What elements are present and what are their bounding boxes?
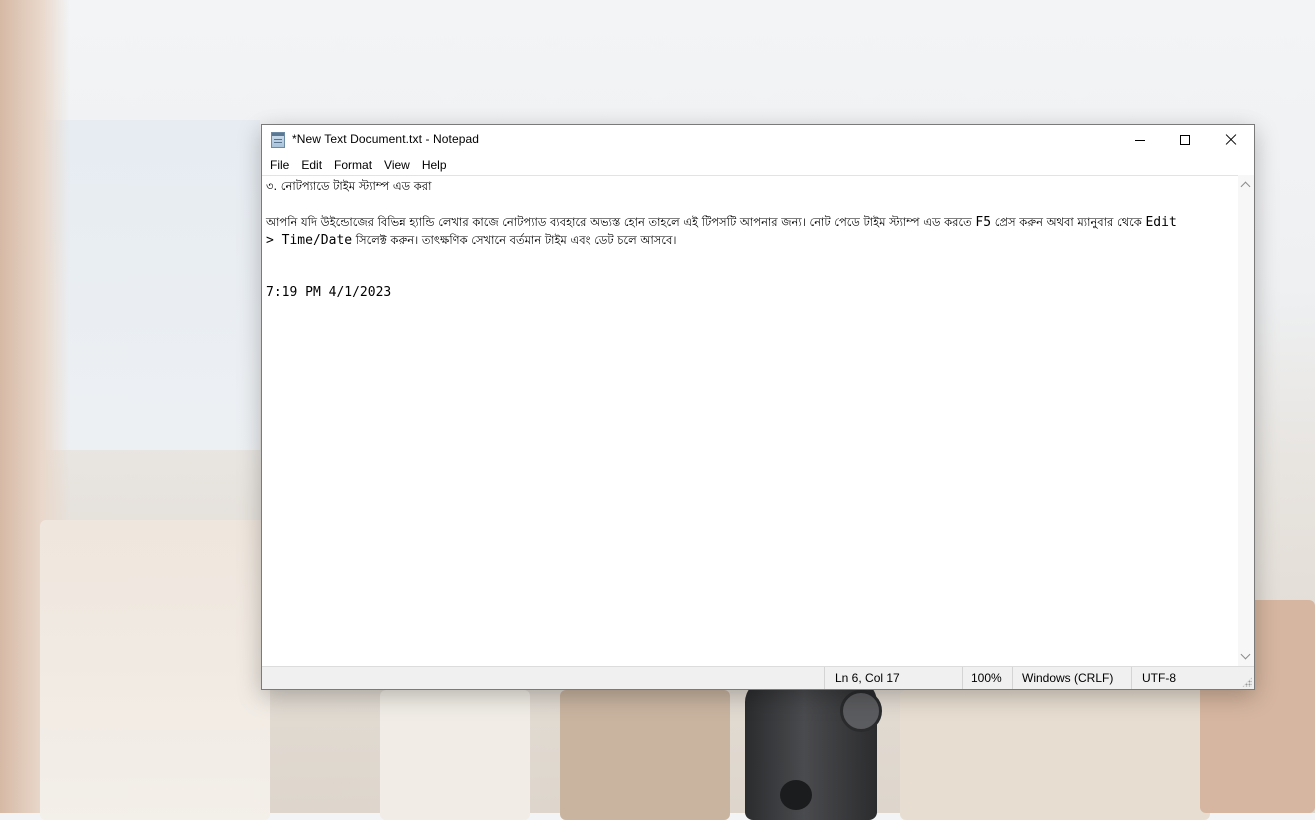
editor-line: আপনি যদি উইন্ডোজের বিভিন্ন হ্যান্ডি লেখা…	[266, 214, 1177, 233]
line-text: আপনি যদি উইন্ডোজের বিভিন্ন হ্যান্ডি লেখা…	[266, 215, 976, 229]
zoom-level: 100%	[962, 667, 1012, 689]
close-button[interactable]	[1208, 125, 1254, 155]
menu-file[interactable]: File	[264, 155, 295, 175]
menu-bar: File Edit Format View Help	[262, 155, 1254, 175]
line-text: সিলেক্ট করুন। তাৎক্ষণিক সেখানে বর্তমান ট…	[352, 233, 677, 247]
menu-format[interactable]: Format	[328, 155, 378, 175]
status-bar: Ln 6, Col 17 100% Windows (CRLF) UTF-8	[262, 666, 1254, 689]
maximize-icon	[1180, 135, 1190, 145]
close-icon	[1225, 134, 1237, 146]
text-editor-area[interactable]: ৩. নোটপ্যাডে টাইম স্ট্যাম্প এড করা আপনি …	[262, 175, 1238, 667]
wallpaper-shape	[900, 690, 1210, 820]
wallpaper-shape	[40, 520, 270, 820]
menu-path-text: > Time/Date	[266, 233, 353, 248]
window-title: *New Text Document.txt - Notepad	[292, 132, 480, 146]
cursor-position: Ln 6, Col 17	[824, 667, 964, 689]
notepad-window: *New Text Document.txt - Notepad File Ed…	[261, 124, 1255, 690]
wallpaper-shape	[560, 690, 730, 820]
shortcut-key-text: F5	[975, 215, 992, 230]
resize-grip-icon[interactable]	[1242, 677, 1252, 687]
vertical-scrollbar[interactable]	[1238, 175, 1254, 666]
editor-line: ৩. নোটপ্যাডে টাইম স্ট্যাম্প এড করা	[266, 178, 431, 197]
line-text: প্রেস করুন অথবা ম্যানুবার থেকে	[991, 215, 1146, 229]
timestamp-line: 7:19 PM 4/1/2023	[266, 285, 392, 300]
wallpaper-tripod-knob	[840, 690, 882, 732]
maximize-button[interactable]	[1162, 125, 1208, 155]
scroll-up-icon[interactable]	[1242, 181, 1249, 188]
wallpaper-shape	[380, 690, 530, 820]
encoding: UTF-8	[1131, 667, 1241, 689]
scroll-down-icon[interactable]	[1242, 653, 1249, 660]
line-text: ৩. নোটপ্যাডে টাইম স্ট্যাম্প এড করা	[266, 179, 432, 193]
minimize-icon	[1135, 139, 1145, 141]
line-ending: Windows (CRLF)	[1012, 667, 1132, 689]
menu-path-text: Edit	[1145, 215, 1177, 230]
menu-help[interactable]: Help	[416, 155, 453, 175]
minimize-button[interactable]	[1117, 125, 1163, 155]
wallpaper-tripod-hole	[780, 780, 812, 810]
menu-edit[interactable]: Edit	[295, 155, 328, 175]
menu-view[interactable]: View	[378, 155, 416, 175]
editor-line: > Time/Date সিলেক্ট করুন। তাৎক্ষণিক সেখা…	[266, 232, 676, 251]
notepad-icon[interactable]	[271, 132, 285, 148]
title-bar[interactable]: *New Text Document.txt - Notepad	[262, 125, 1254, 155]
